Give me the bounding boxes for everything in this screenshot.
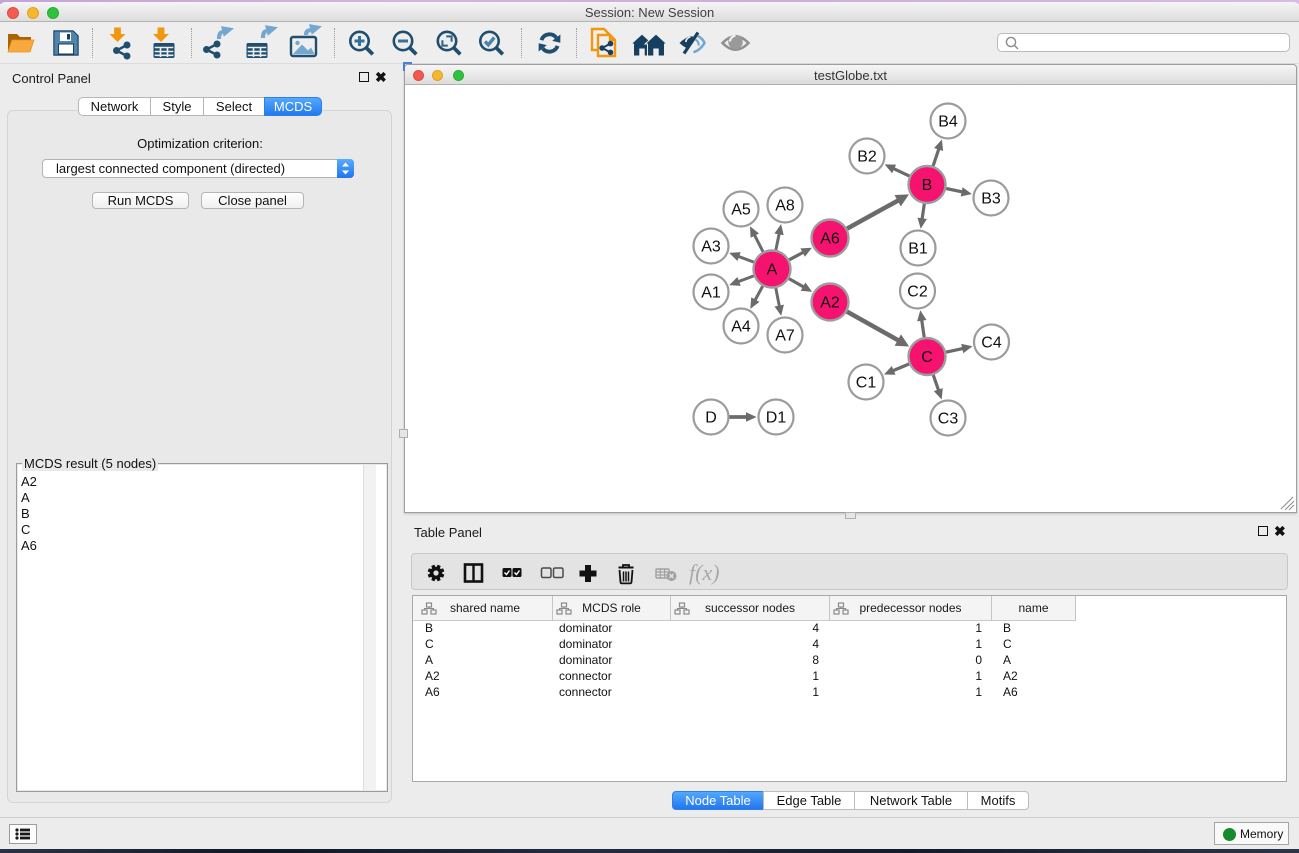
svg-text:f(x): f(x): [689, 560, 720, 585]
svg-text:B2: B2: [857, 149, 877, 166]
svg-text:C2: C2: [907, 284, 928, 301]
svg-text:A4: A4: [731, 319, 751, 336]
svg-text:A2: A2: [820, 295, 840, 312]
svg-text:A5: A5: [731, 202, 751, 219]
svg-text:A3: A3: [701, 239, 721, 256]
svg-text:C1: C1: [856, 375, 877, 392]
svg-text:A8: A8: [775, 198, 795, 215]
svg-text:B: B: [922, 177, 933, 194]
svg-text:B3: B3: [981, 191, 1001, 208]
svg-text:D: D: [705, 410, 717, 427]
svg-text:C3: C3: [938, 411, 959, 428]
svg-text:B1: B1: [908, 241, 928, 258]
svg-text:A7: A7: [775, 328, 795, 345]
svg-text:A1: A1: [701, 285, 721, 302]
svg-text:A6: A6: [820, 231, 840, 248]
svg-text:A: A: [767, 262, 778, 279]
svg-text:C4: C4: [981, 335, 1002, 352]
svg-text:D1: D1: [766, 410, 787, 427]
svg-text:B4: B4: [938, 114, 958, 131]
svg-text:C: C: [921, 349, 933, 366]
